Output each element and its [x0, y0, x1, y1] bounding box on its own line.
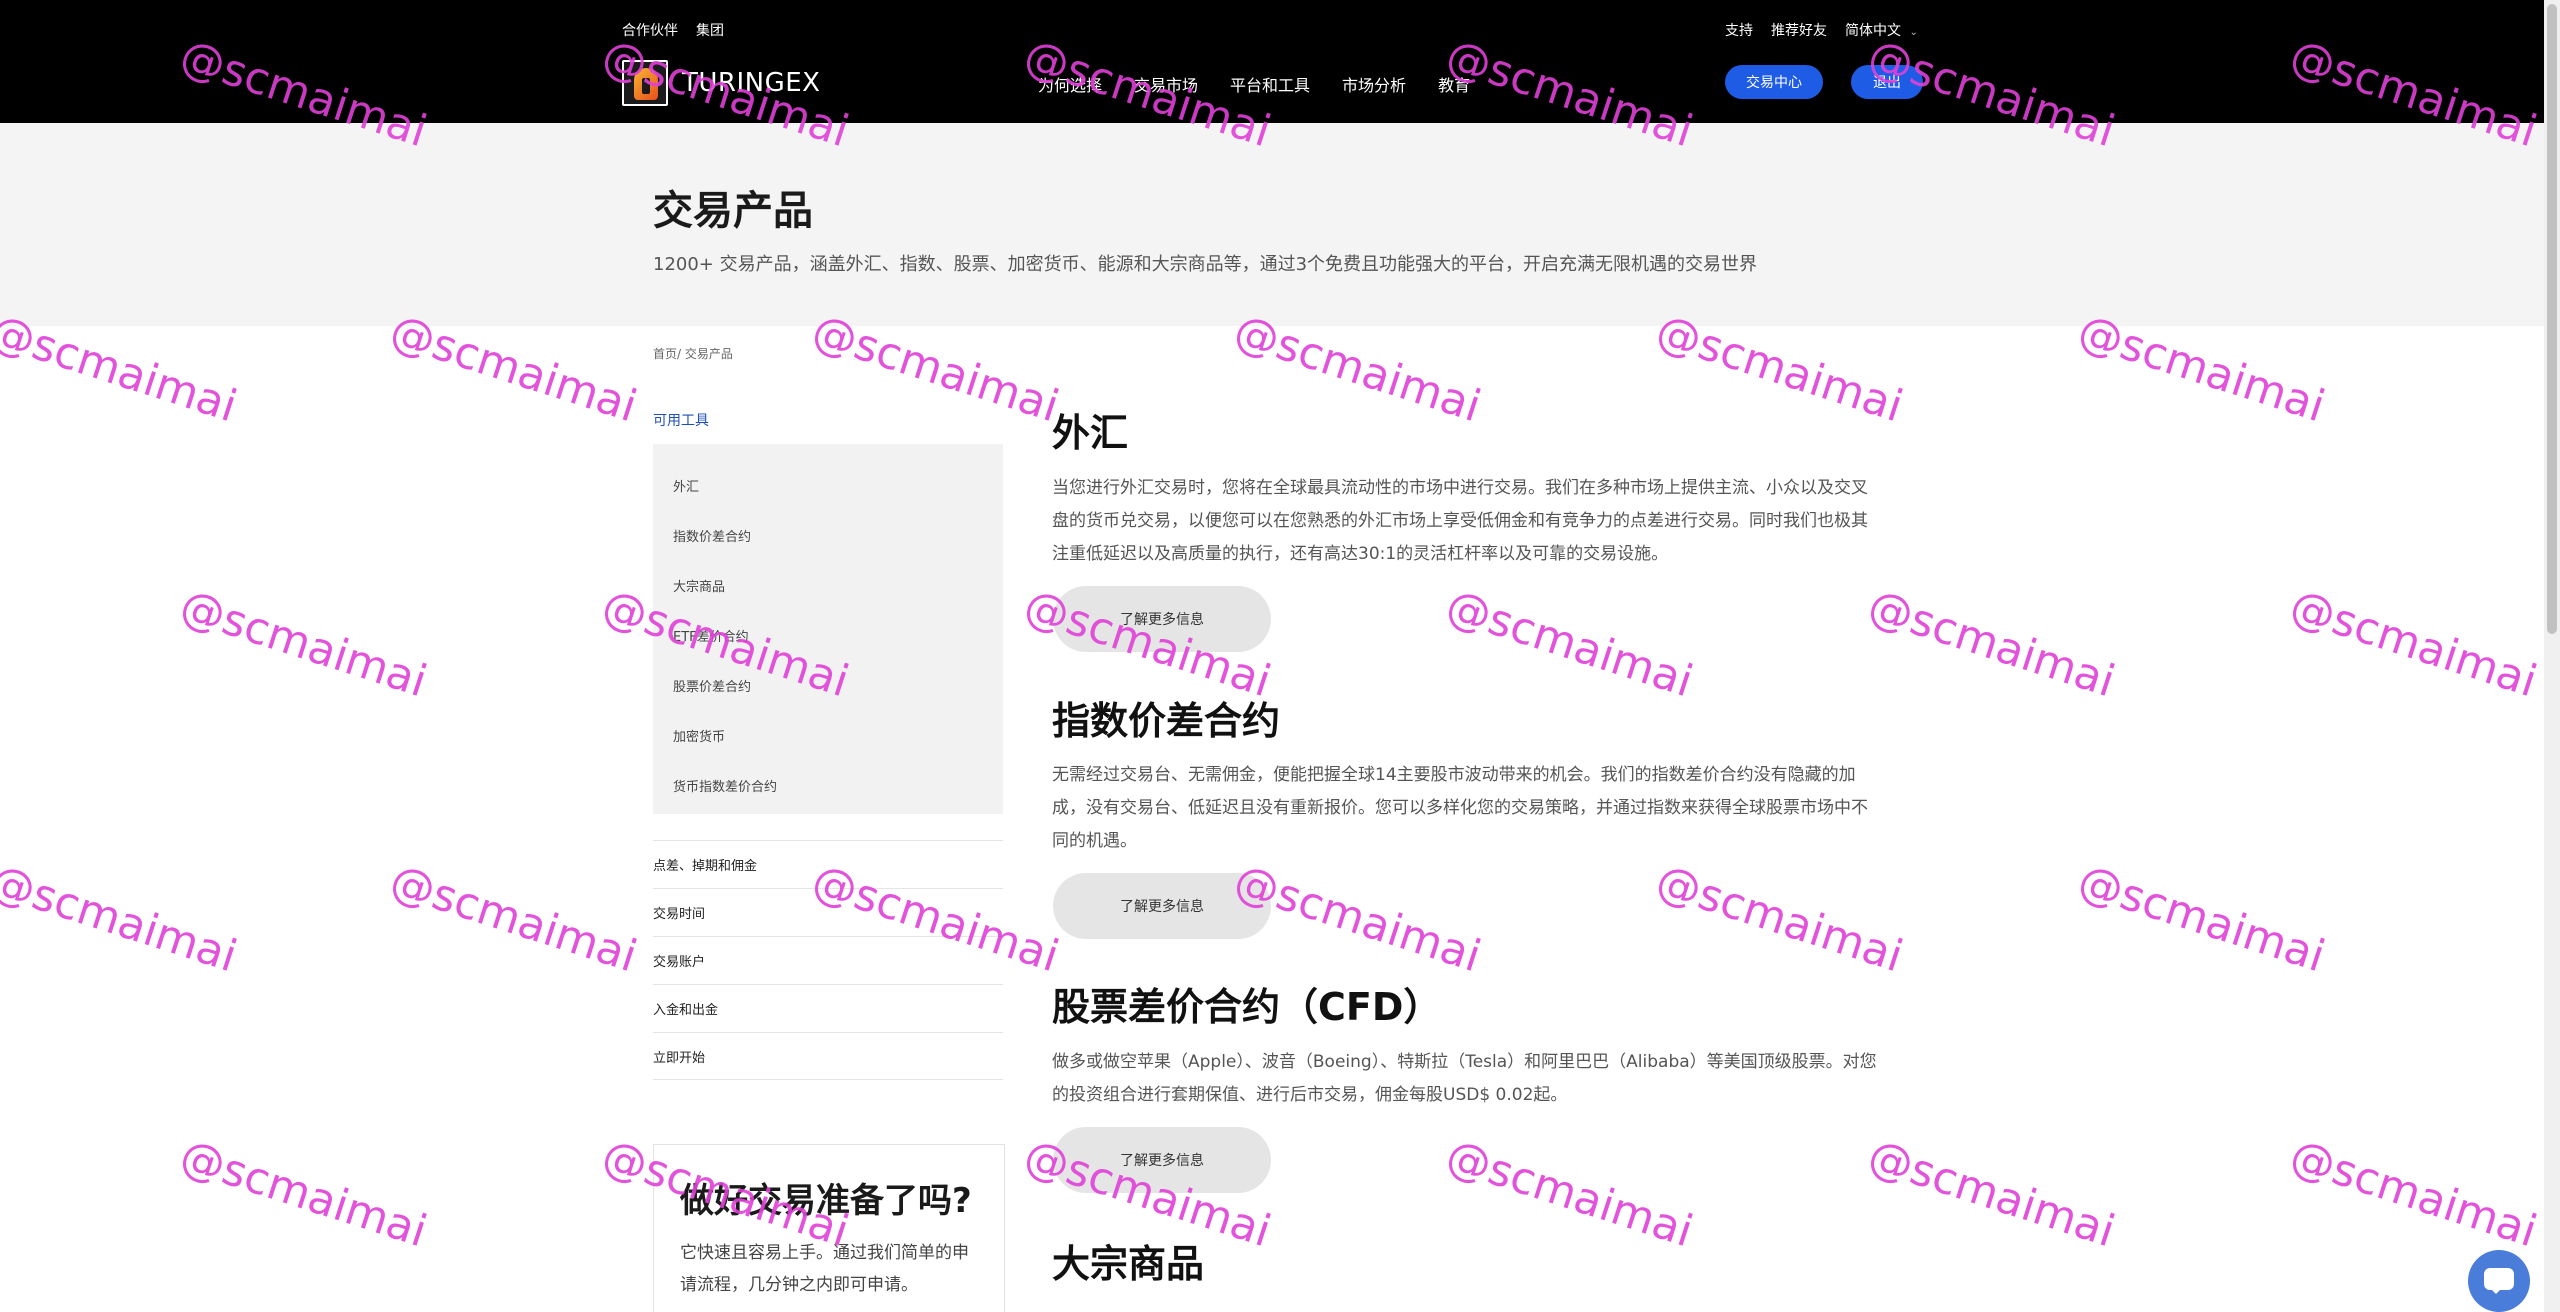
section-title-stock-cfd: 股票差价合约（CFD）	[1052, 985, 1442, 1029]
section-title-commodities: 大宗商品	[1052, 1242, 1205, 1286]
watermark: @scmaimai	[1862, 580, 2121, 708]
section-title-index-cfd: 指数价差合约	[1052, 699, 1281, 743]
sidebar-link-start-now[interactable]: 立即开始	[653, 1032, 1003, 1080]
section-title-forex: 外汇	[1052, 411, 1129, 455]
ready-card: 做好交易准备了吗? 它快速且容易上手。通过我们简单的申请流程，几分钟之内即可申请…	[653, 1144, 1005, 1312]
sidebar-item-stock-cfd[interactable]: 股票价差合约	[673, 676, 751, 695]
nav-markets[interactable]: 交易市场	[1134, 72, 1198, 96]
sidebar-item-etf-cfd[interactable]: ETF差价合约	[673, 626, 749, 645]
logo[interactable]: TURINGEX	[622, 60, 820, 106]
sidebar-label[interactable]: 可用工具	[653, 410, 709, 430]
group-link[interactable]: 集团	[696, 20, 724, 40]
watermark: @scmaimai	[0, 855, 243, 983]
section-text-forex: 当您进行外汇交易时，您将在全球最具流动性的市场中进行交易。我们在多种市场上提供主…	[1052, 478, 1868, 564]
page-subtitle: 1200+ 交易产品，涵盖外汇、指数、股票、加密货币、能源和大宗商品等，通过3个…	[653, 254, 1758, 275]
chat-bubble-icon	[2484, 1268, 2514, 1294]
chevron-down-icon: ⌄	[1909, 27, 1918, 38]
logo-text: TURINGEX	[682, 68, 821, 98]
trading-center-button[interactable]: 交易中心	[1725, 65, 1823, 99]
sidebar-item-currency-index-cfd[interactable]: 货币指数差价合约	[673, 776, 777, 795]
refer-friend-link[interactable]: 推荐好友	[1771, 20, 1827, 40]
watermark: @scmaimai	[174, 580, 433, 708]
scrollbar-thumb[interactable]	[2547, 4, 2557, 634]
sidebar-panel: 外汇 指数价差合约 大宗商品 ETF差价合约 股票价差合约 加密货币 货币指数差…	[653, 444, 1003, 814]
logo-icon	[622, 60, 668, 106]
language-selector[interactable]: 简体中文 ⌄	[1845, 20, 1918, 40]
main-nav: 为何选择 交易市场 平台和工具 市场分析 教育	[1038, 72, 1470, 96]
sidebar-item-index-cfd[interactable]: 指数价差合约	[673, 526, 751, 545]
partners-link[interactable]: 合作伙伴	[622, 20, 678, 40]
language-label: 简体中文	[1845, 23, 1901, 39]
learn-more-button-index-cfd[interactable]: 了解更多信息	[1053, 873, 1271, 939]
topbar-left: 合作伙伴 集团	[622, 20, 724, 40]
support-link[interactable]: 支持	[1725, 20, 1753, 40]
page-scrollbar[interactable]	[2544, 0, 2560, 1312]
watermark: @scmaimai	[2284, 580, 2543, 708]
learn-more-button-stock-cfd[interactable]: 了解更多信息	[1053, 1127, 1271, 1193]
watermark: @scmaimai	[1440, 1130, 1699, 1258]
watermark: @scmaimai	[174, 1130, 433, 1258]
sidebar-link-spreads[interactable]: 点差、掉期和佣金	[653, 840, 1003, 888]
site-header: 合作伙伴 集团 支持 推荐好友 简体中文 ⌄ TURINGEX 为何选择 交易市…	[0, 0, 2544, 123]
section-text-stock-cfd: 做多或做空苹果（Apple）、波音（Boeing）、特斯拉（Tesla）和阿里巴…	[1052, 1052, 1877, 1105]
watermark: @scmaimai	[1650, 855, 1909, 983]
chat-widget-button[interactable]	[2468, 1250, 2530, 1312]
ready-card-title: 做好交易准备了吗?	[680, 1181, 972, 1221]
sidebar-item-crypto[interactable]: 加密货币	[673, 726, 725, 745]
ready-card-text: 它快速且容易上手。通过我们简单的申请流程，几分钟之内即可申请。	[680, 1243, 969, 1295]
learn-more-button-forex[interactable]: 了解更多信息	[1053, 586, 1271, 652]
sidebar-link-accounts[interactable]: 交易账户	[653, 936, 1003, 984]
sidebar-item-commodities[interactable]: 大宗商品	[673, 576, 725, 595]
nav-education[interactable]: 教育	[1438, 72, 1470, 96]
sidebar-link-deposit-withdraw[interactable]: 入金和出金	[653, 984, 1003, 1032]
watermark: @scmaimai	[1862, 1130, 2121, 1258]
watermark: @scmaimai	[384, 855, 643, 983]
page-title: 交易产品	[653, 188, 813, 234]
section-text-index-cfd: 无需经过交易台、无需佣金，便能把握全球14主要股市波动带来的机会。我们的指数差价…	[1052, 765, 1868, 851]
nav-analysis[interactable]: 市场分析	[1342, 72, 1406, 96]
sidebar-link-trading-hours[interactable]: 交易时间	[653, 888, 1003, 936]
watermark: @scmaimai	[2072, 855, 2331, 983]
breadcrumb[interactable]: 首页/ 交易产品	[653, 345, 733, 362]
nav-platforms[interactable]: 平台和工具	[1230, 72, 1310, 96]
nav-why-choose[interactable]: 为何选择	[1038, 72, 1102, 96]
hero-band	[0, 123, 2544, 326]
topbar-right: 支持 推荐好友 简体中文 ⌄	[1725, 20, 1918, 40]
sidebar-item-forex[interactable]: 外汇	[673, 476, 699, 495]
watermark: @scmaimai	[1440, 580, 1699, 708]
watermark: @scmaimai	[2284, 1130, 2543, 1258]
logout-button[interactable]: 退出	[1851, 65, 1923, 99]
